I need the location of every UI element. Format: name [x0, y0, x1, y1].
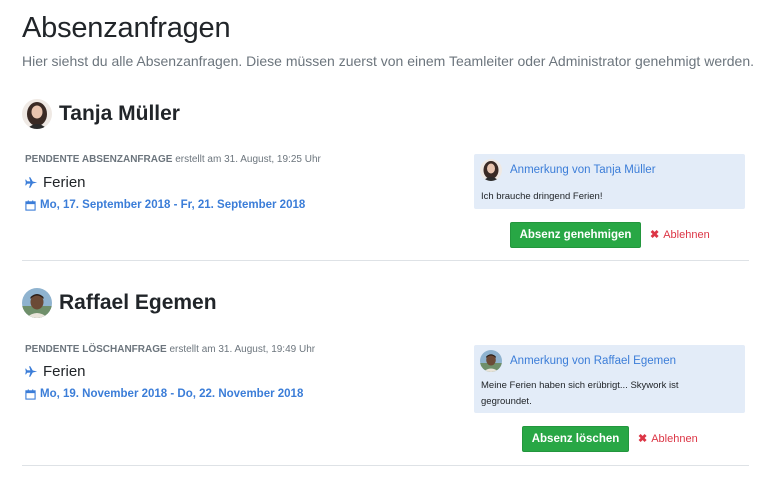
absence-type-label: Ferien	[43, 363, 86, 380]
calendar-icon	[25, 388, 36, 400]
absence-type-label: Ferien	[43, 174, 86, 191]
note-header: Anmerkung von Tanja Müller	[480, 159, 656, 181]
avatar	[480, 159, 502, 181]
reject-button[interactable]: ✖ Ablehnen	[650, 228, 710, 242]
requester-note: Anmerkung von Tanja Müller Ich brauche d…	[474, 154, 745, 209]
reject-label: Ablehnen	[651, 432, 698, 445]
reject-label: Ablehnen	[663, 228, 710, 241]
delete-absence-button[interactable]: Absenz löschen	[522, 426, 629, 452]
date-range-label: Mo, 17. September 2018 - Fr, 21. Septemb…	[40, 199, 306, 211]
requester: Raffael Egemen	[22, 288, 217, 318]
request-meta: Pendente Löschanfrage erstellt am 31. Au…	[25, 344, 315, 355]
request-meta: Pendente Absenzanfrage erstellt am 31. A…	[25, 154, 321, 165]
close-icon: ✖	[638, 433, 648, 445]
request-created: erstellt am 31. August, 19:25 Uhr	[175, 154, 321, 165]
approve-absence-button[interactable]: Absenz genehmigen	[510, 222, 641, 248]
date-range: Mo, 19. November 2018 - Do, 22. November…	[25, 388, 303, 400]
requester-name: Raffael Egemen	[59, 291, 217, 314]
note-text: Meine Ferien haben sich erübrigt... Skyw…	[481, 380, 679, 407]
close-icon: ✖	[650, 229, 660, 241]
calendar-icon	[25, 199, 36, 211]
date-range: Mo, 17. September 2018 - Fr, 21. Septemb…	[25, 199, 305, 211]
page-subtitle: Hier siehst du alle Absenzanfragen. Dies…	[22, 53, 755, 69]
avatar	[480, 350, 502, 372]
absence-request-card: Raffael Egemen Pendente Löschanfrage ers…	[22, 286, 749, 466]
avatar	[22, 99, 52, 129]
absence-request-card: Tanja Müller Pendente Absenzanfrage erst…	[22, 96, 749, 261]
requester: Tanja Müller	[22, 99, 180, 129]
page-title: Absenzanfragen	[22, 12, 231, 44]
plane-icon	[25, 177, 38, 188]
request-kind: Pendente Löschanfrage	[25, 344, 167, 355]
reject-button[interactable]: ✖ Ablehnen	[638, 432, 698, 446]
avatar	[22, 288, 52, 318]
plane-icon	[25, 366, 38, 377]
request-kind: Pendente Absenzanfrage	[25, 154, 173, 165]
note-title: Anmerkung von Raffael Egemen	[510, 355, 676, 367]
date-range-label: Mo, 19. November 2018 - Do, 22. November…	[40, 388, 304, 400]
requester-name: Tanja Müller	[59, 102, 180, 125]
requester-note: Anmerkung von Raffael Egemen Meine Ferie…	[474, 345, 745, 413]
note-header: Anmerkung von Raffael Egemen	[480, 350, 676, 372]
absence-type: Ferien	[25, 363, 86, 380]
absence-type: Ferien	[25, 174, 86, 191]
note-text: Ich brauche dringend Ferien!	[481, 191, 603, 202]
request-created: erstellt am 31. August, 19:49 Uhr	[169, 344, 316, 355]
note-title: Anmerkung von Tanja Müller	[510, 164, 656, 176]
